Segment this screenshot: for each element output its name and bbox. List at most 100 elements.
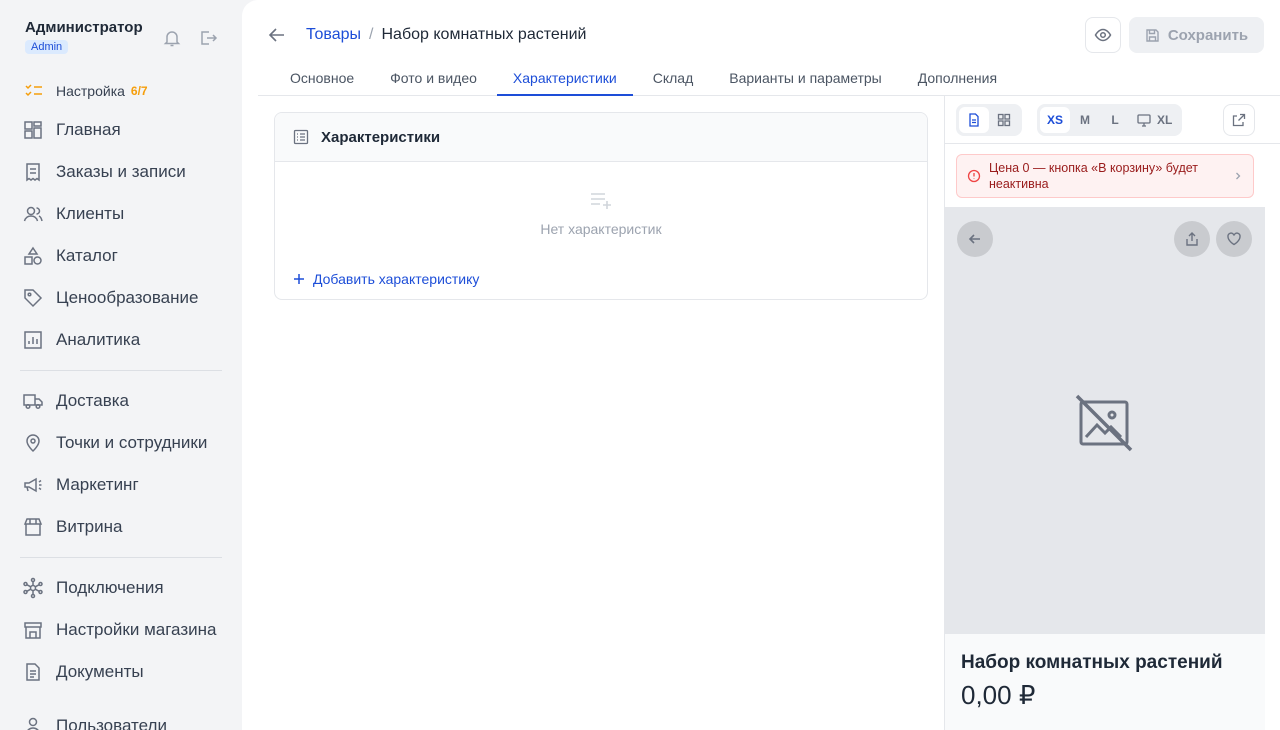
document-icon [22, 661, 44, 683]
tab-stock[interactable]: Склад [637, 60, 710, 96]
product-image-placeholder [945, 207, 1265, 634]
user-block[interactable]: Администратор Admin [25, 19, 143, 55]
breadcrumb-link-products[interactable]: Товары [306, 26, 361, 44]
grid-view-button[interactable] [989, 107, 1019, 133]
sidebar-item-documents[interactable]: Документы [22, 658, 144, 686]
characteristics-panel: Характеристики Нет характеристик Добавит… [274, 112, 928, 300]
add-characteristic-label: Добавить характеристику [313, 271, 480, 287]
logout-icon[interactable] [198, 28, 218, 48]
zero-price-warning[interactable]: Цена 0 — кнопка «В корзину» будет неакти… [956, 154, 1254, 198]
location-pin-icon [22, 432, 44, 454]
receipt-icon [22, 161, 44, 183]
truck-icon [22, 390, 44, 412]
sidebar-item-label: Клиенты [56, 204, 125, 223]
users-icon [22, 203, 44, 225]
back-arrow-icon[interactable] [266, 24, 288, 46]
size-xs-button[interactable]: XS [1040, 107, 1071, 133]
breadcrumb: Товары / Набор комнатных растений [306, 26, 586, 44]
preview-toggle-button[interactable] [1085, 17, 1121, 53]
warning-text: Цена 0 — кнопка «В корзину» будет неакти… [989, 161, 1199, 191]
setup-label: Настройка [56, 83, 125, 99]
dashboard-icon [22, 119, 44, 141]
sidebar-divider [20, 370, 222, 371]
sidebar-item-marketing[interactable]: Маркетинг [22, 471, 139, 499]
grid-icon [997, 113, 1011, 127]
share-button[interactable] [1174, 221, 1210, 257]
external-link-icon [1232, 113, 1246, 127]
preview-back-button[interactable] [957, 221, 993, 257]
device-size-switch: XS M L XL [1037, 104, 1183, 136]
sidebar-item-users[interactable]: Пользователи [22, 712, 167, 730]
chart-icon [22, 329, 44, 351]
sidebar-item-label: Доставка [56, 391, 130, 410]
tab-characteristics[interactable]: Характеристики [496, 60, 633, 96]
characteristics-panel-title: Характеристики [321, 128, 441, 146]
preview-panel: XS M L XL Цена 0 — кнопка «В корзину» бу… [944, 96, 1280, 730]
sidebar-item-delivery[interactable]: Доставка [22, 387, 129, 415]
main-content: Товары / Набор комнатных растений Сохран… [242, 0, 1280, 730]
sidebar-item-label: Аналитика [56, 330, 141, 349]
chevron-right-icon [1233, 171, 1243, 181]
floppy-disk-icon [1145, 28, 1160, 43]
sidebar-item-label: Документы [56, 662, 144, 681]
save-button[interactable]: Сохранить [1129, 17, 1264, 53]
open-external-button[interactable] [1223, 104, 1255, 136]
tab-variants[interactable]: Варианты и параметры [713, 60, 897, 96]
playlist-add-icon [589, 191, 613, 211]
sidebar-item-analytics[interactable]: Аналитика [22, 326, 140, 354]
sidebar-item-label: Заказы и записи [56, 162, 186, 181]
sidebar-item-label: Витрина [56, 517, 123, 536]
favorite-button[interactable] [1216, 221, 1252, 257]
setup-count: 6/7 [130, 84, 148, 98]
setup-progress[interactable]: Настройка 6/7 [24, 82, 148, 100]
shapes-icon [22, 245, 44, 267]
page-view-button[interactable] [959, 107, 989, 133]
preview-toolbar: XS M L XL [945, 96, 1280, 144]
page-icon [967, 113, 981, 127]
store-icon [22, 516, 44, 538]
sidebar-item-catalog[interactable]: Каталог [22, 242, 118, 270]
tag-icon [22, 287, 44, 309]
size-xl-label: XL [1157, 113, 1173, 127]
sidebar-item-orders[interactable]: Заказы и записи [22, 158, 186, 186]
sidebar-item-label: Настройки магазина [56, 620, 217, 639]
sidebar-item-label: Ценообразование [56, 288, 199, 307]
tab-addons[interactable]: Дополнения [902, 60, 1013, 96]
checklist-icon [24, 82, 44, 100]
sidebar-item-home[interactable]: Главная [22, 116, 121, 144]
tab-media[interactable]: Фото и видео [374, 60, 493, 96]
sidebar-item-locations[interactable]: Точки и сотрудники [22, 429, 207, 457]
list-icon [293, 129, 309, 145]
empty-state-text: Нет характеристик [540, 221, 662, 237]
tab-main[interactable]: Основное [258, 60, 370, 96]
share-icon [1184, 231, 1200, 247]
size-l-button[interactable]: L [1100, 107, 1130, 133]
user-icon [22, 715, 44, 730]
size-xl-button[interactable]: XL [1130, 107, 1179, 133]
monitor-icon [1137, 113, 1151, 127]
sidebar-item-label: Каталог [56, 246, 118, 265]
heart-icon [1226, 231, 1242, 247]
arrow-left-icon [967, 231, 983, 247]
sidebar-item-label: Маркетинг [56, 475, 139, 494]
product-price: 0,00 ₽ [961, 680, 1036, 710]
tab-bar: Основное Фото и видео Характеристики Скл… [258, 60, 1280, 96]
product-preview-info: Набор комнатных растений 0,00 ₽ [945, 634, 1265, 730]
characteristics-panel-header: Характеристики [275, 113, 927, 162]
sidebar-item-integrations[interactable]: Подключения [22, 574, 164, 602]
shop-icon [22, 619, 44, 641]
view-mode-switch [956, 104, 1022, 136]
sidebar-item-clients[interactable]: Клиенты [22, 200, 124, 228]
no-image-icon [1074, 393, 1134, 453]
size-m-button[interactable]: M [1070, 107, 1100, 133]
sidebar-item-pricing[interactable]: Ценообразование [22, 284, 198, 312]
user-role-badge: Admin [25, 40, 69, 54]
sidebar-item-storefront[interactable]: Витрина [22, 513, 122, 541]
megaphone-icon [22, 474, 44, 496]
add-characteristic-button[interactable]: Добавить характеристику [293, 271, 479, 287]
alert-circle-icon [967, 169, 981, 183]
sidebar-divider [20, 557, 222, 558]
plus-icon [293, 273, 305, 285]
bell-icon[interactable] [162, 28, 182, 48]
sidebar-item-shop-settings[interactable]: Настройки магазина [22, 616, 216, 644]
